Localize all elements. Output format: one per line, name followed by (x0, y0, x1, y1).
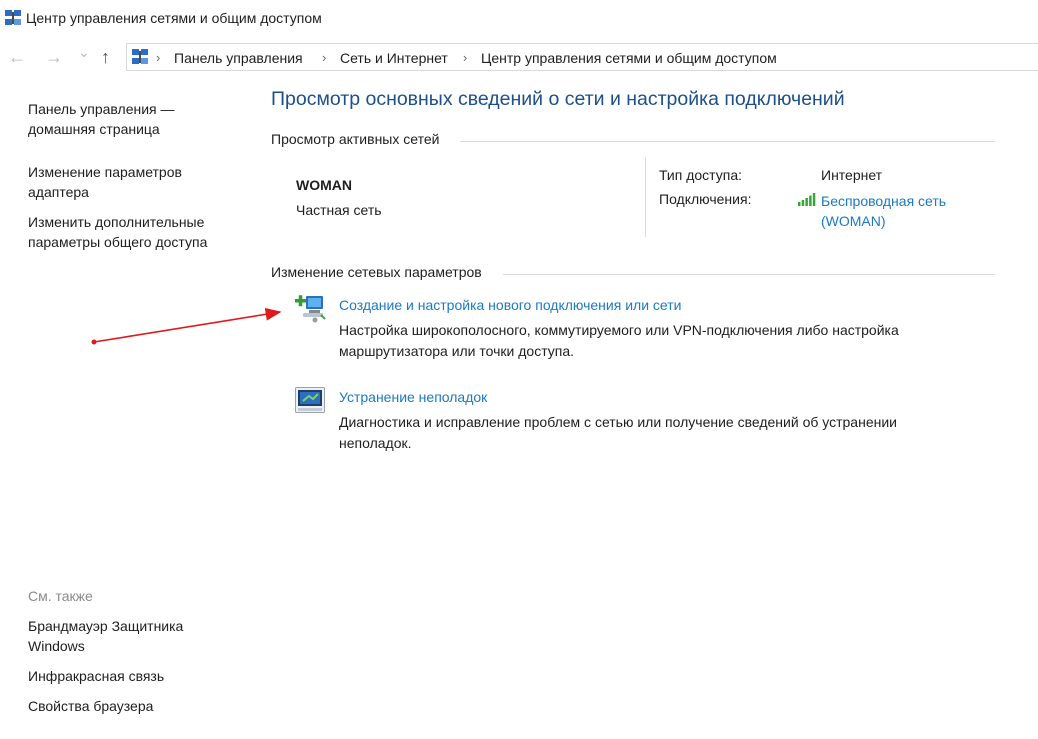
section-divider (503, 274, 995, 275)
new-connection-icon (295, 295, 326, 323)
network-name: WOMAN (296, 177, 352, 193)
active-networks-heading: Просмотр активных сетей (271, 131, 440, 147)
see-also-firewall[interactable]: Брандмауэр Защитника Windows (28, 616, 183, 656)
sidebar-item-label: адаптера (28, 184, 89, 200)
sidebar-item-label: Панель управления — (28, 101, 175, 117)
sidebar-item-adapter-settings[interactable]: Изменение параметров адаптера (28, 162, 182, 202)
see-also-label: Брандмауэр Защитника (28, 618, 184, 634)
recent-locations-chevron-icon[interactable]: ⌄ (78, 44, 90, 61)
sidebar-item-sharing-settings[interactable]: Изменить дополнительные параметры общего… (28, 212, 207, 252)
breadcrumb-separator-icon: › (322, 50, 327, 65)
connection-link-line2: (WOMAN) (821, 213, 886, 229)
breadcrumb-separator-icon: › (463, 50, 468, 65)
sidebar-item-label: Изменить дополнительные (28, 214, 205, 230)
connection-link-line1: Беспроводная сеть (821, 193, 947, 209)
task-description-line: Настройка широкополосного, коммутируемог… (339, 322, 899, 338)
sidebar-item-label: Изменение параметров (28, 164, 182, 180)
see-also-label: Инфракрасная связь (28, 668, 165, 684)
connection-link[interactable]: Беспроводная сеть (WOMAN) (821, 191, 946, 231)
task-description-line: неполадок. (339, 435, 412, 451)
wifi-signal-icon (798, 193, 816, 206)
forward-arrow-icon[interactable]: → (45, 47, 63, 68)
task-description: Настройка широкополосного, коммутируемог… (339, 320, 899, 362)
window-title: Центр управления сетями и общим доступом (26, 10, 322, 26)
see-also-label: Свойства браузера (28, 698, 154, 714)
breadcrumb-network-center[interactable]: Центр управления сетями и общим доступом (481, 50, 777, 66)
network-category: Частная сеть (296, 202, 382, 218)
up-arrow-icon[interactable]: ↑ (101, 47, 110, 68)
task-description: Диагностика и исправление проблем с сеть… (339, 412, 897, 454)
access-type-label: Тип доступа: (659, 167, 743, 183)
breadcrumb-control-panel[interactable]: Панель управления (174, 50, 303, 66)
task-description-line: маршрутизатора или точки доступа. (339, 343, 575, 359)
network-center-icon (5, 10, 21, 25)
vertical-divider (645, 157, 646, 237)
breadcrumb-separator-icon: › (156, 50, 161, 65)
section-divider (460, 141, 995, 142)
setup-new-connection-link[interactable]: Создание и настройка нового подключения … (339, 297, 681, 313)
sidebar-item-label: параметры общего доступа (28, 234, 208, 250)
sidebar-item-label: домашняя страница (28, 121, 160, 137)
see-also-label: Windows (28, 638, 85, 654)
see-also-infrared[interactable]: Инфракрасная связь (28, 666, 164, 686)
back-arrow-icon[interactable]: ← (8, 47, 26, 68)
troubleshoot-icon (295, 387, 325, 413)
change-settings-heading: Изменение сетевых параметров (271, 264, 482, 280)
sidebar-item-control-panel-home[interactable]: Панель управления — домашняя страница (28, 99, 175, 139)
connections-label: Подключения: (659, 191, 752, 207)
page-title: Просмотр основных сведений о сети и наст… (271, 88, 845, 110)
breadcrumb-network-internet[interactable]: Сеть и Интернет (340, 50, 448, 66)
network-center-icon (132, 49, 148, 64)
see-also-heading: См. также (28, 588, 93, 604)
troubleshoot-link[interactable]: Устранение неполадок (339, 389, 487, 405)
see-also-browser-properties[interactable]: Свойства браузера (28, 696, 153, 716)
access-type-value: Интернет (821, 167, 883, 183)
task-description-line: Диагностика и исправление проблем с сеть… (339, 414, 897, 430)
